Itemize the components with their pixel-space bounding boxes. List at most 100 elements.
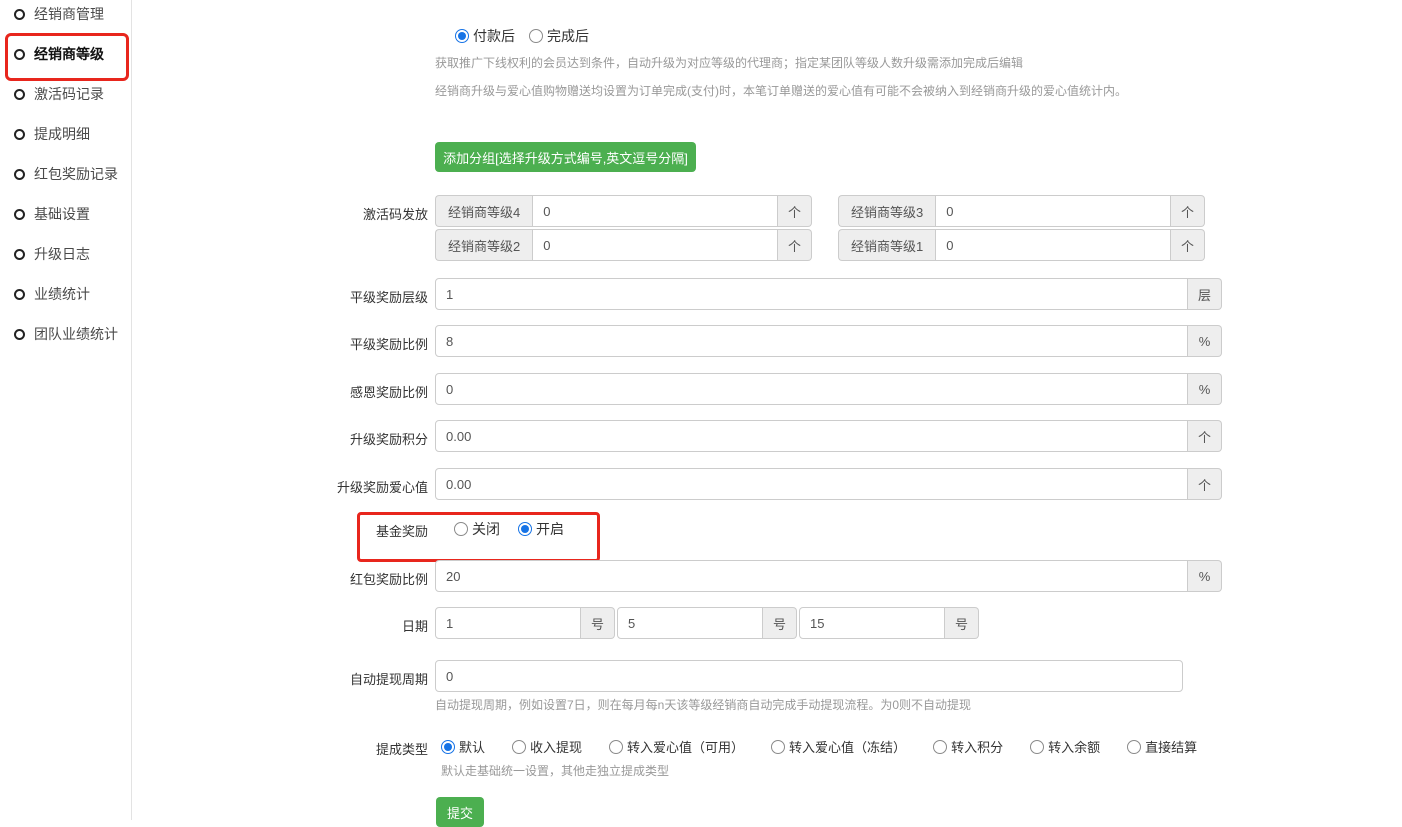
gratitude-reward-ratio-row: 感恩奖励比例 %	[132, 373, 1222, 405]
circle-bullet-icon	[14, 49, 25, 60]
redpacket-reward-ratio-row: 红包奖励比例 %	[132, 560, 1222, 592]
input-prefix: 经销商等级2	[435, 229, 532, 261]
upgrade-reward-points-input[interactable]	[435, 420, 1188, 452]
input-suffix-unit: 个	[1171, 195, 1205, 227]
radio-option-income-withdraw[interactable]: 收入提现	[512, 737, 582, 756]
input-suffix-unit: %	[1188, 560, 1222, 592]
radio-option-after-payment[interactable]: 付款后	[455, 26, 515, 46]
radio-icon[interactable]	[529, 29, 543, 43]
input-prefix: 经销商等级4	[435, 195, 532, 227]
add-group-button[interactable]: 添加分组[选择升级方式编号,英文逗号分隔]	[435, 142, 696, 172]
radio-icon[interactable]	[1030, 740, 1044, 754]
radio-option-direct-settlement[interactable]: 直接结算	[1127, 737, 1197, 756]
radio-option-to-points[interactable]: 转入积分	[933, 737, 1003, 756]
circle-bullet-icon	[14, 9, 25, 20]
sidebar-item-upgrade-log[interactable]: 升级日志	[0, 246, 131, 262]
radio-icon[interactable]	[441, 740, 455, 754]
radio-icon[interactable]	[518, 522, 532, 536]
sidebar-item-basic-settings[interactable]: 基础设置	[0, 206, 131, 222]
submit-button[interactable]: 提交	[436, 797, 484, 827]
sidebar-item-label: 团队业绩统计	[34, 324, 118, 344]
field-label: 平级奖励比例	[132, 325, 435, 353]
redpacket-reward-ratio-input[interactable]	[435, 560, 1188, 592]
radio-icon[interactable]	[455, 29, 469, 43]
field-label: 感恩奖励比例	[132, 373, 435, 401]
radio-icon[interactable]	[609, 740, 623, 754]
commission-type-row: 提成类型 默认 收入提现 转入爱心值（可用） 转入爱心值（冻结） 转入积分	[132, 737, 1197, 779]
circle-bullet-icon	[14, 169, 25, 180]
add-group-row: 添加分组[选择升级方式编号,英文逗号分隔]	[132, 142, 696, 172]
radio-icon[interactable]	[771, 740, 785, 754]
radio-label: 付款后	[473, 26, 515, 46]
sidebar-item-team-performance-stats[interactable]: 团队业绩统计	[0, 326, 131, 342]
sidebar-item-label: 提成明细	[34, 124, 90, 144]
activation-level4-group: 经销商等级4 个	[435, 195, 812, 227]
sidebar-item-label: 经销商管理	[34, 4, 104, 24]
input-suffix-unit: 号	[763, 607, 797, 639]
sidebar-item-redpacket-reward-records[interactable]: 红包奖励记录	[0, 166, 131, 182]
sidebar-item-commission-details[interactable]: 提成明细	[0, 126, 131, 142]
sidebar-item-performance-stats[interactable]: 业绩统计	[0, 286, 131, 302]
sidebar-item-activation-code-records[interactable]: 激活码记录	[0, 86, 131, 102]
input-suffix-unit: 号	[945, 607, 979, 639]
help-text: 获取推广下线权利的会员达到条件，自动升级为对应等级的代理商；指定某团队等级人数升…	[435, 54, 1023, 71]
radio-label: 收入提现	[530, 737, 582, 756]
same-level-reward-ratio-input[interactable]	[435, 325, 1188, 357]
radio-option-fund-off[interactable]: 关闭	[454, 519, 500, 539]
gratitude-reward-ratio-input[interactable]	[435, 373, 1188, 405]
submit-row: 提交	[132, 797, 484, 827]
sidebar-item-label: 业绩统计	[34, 284, 90, 304]
upgrade-reward-love-value-input[interactable]	[435, 468, 1188, 500]
radio-label: 转入余额	[1048, 737, 1100, 756]
help-text-upgrade-condition: 获取推广下线权利的会员达到条件，自动升级为对应等级的代理商；指定某团队等级人数升…	[132, 54, 1023, 71]
sidebar-item-dealer-level[interactable]: 经销商等级	[0, 46, 131, 62]
help-text: 经销商升级与爱心值购物赠送均设置为订单完成(支付)时，本笔订单赠送的爱心值有可能…	[435, 82, 1127, 99]
same-level-reward-layers-input[interactable]	[435, 278, 1188, 310]
radio-option-love-value-available[interactable]: 转入爱心值（可用）	[609, 737, 744, 756]
field-label: 升级奖励爱心值	[132, 468, 435, 496]
sidebar-item-label: 红包奖励记录	[34, 164, 118, 184]
activation-level1-input[interactable]	[935, 229, 1171, 261]
radio-option-fund-on[interactable]: 开启	[518, 519, 564, 539]
field-label: 日期	[132, 607, 435, 635]
radio-label: 直接结算	[1145, 737, 1197, 756]
radio-icon[interactable]	[454, 522, 468, 536]
activation-level4-input[interactable]	[532, 195, 778, 227]
radio-icon[interactable]	[512, 740, 526, 754]
input-suffix-unit: 个	[778, 195, 812, 227]
radio-option-love-value-frozen[interactable]: 转入爱心值（冻结）	[771, 737, 906, 756]
input-prefix: 经销商等级3	[838, 195, 935, 227]
upgrade-reward-points-row: 升级奖励积分 个	[132, 420, 1222, 452]
sidebar-item-label: 经销商等级	[34, 44, 104, 64]
fund-reward-row: 基金奖励 关闭 开启	[132, 519, 564, 540]
auto-withdraw-input[interactable]	[435, 660, 1183, 692]
activation-level2-group: 经销商等级2 个	[435, 229, 812, 261]
activation-level3-input[interactable]	[935, 195, 1171, 227]
radio-label: 完成后	[547, 26, 589, 46]
sidebar: 经销商管理 经销商等级 激活码记录 提成明细 红包奖励记录 基础设置 升级日志 …	[0, 0, 132, 820]
input-prefix: 经销商等级1	[838, 229, 935, 261]
sidebar-item-dealer-management[interactable]: 经销商管理	[0, 6, 131, 22]
radio-option-to-balance[interactable]: 转入余额	[1030, 737, 1100, 756]
field-label: 激活码发放	[132, 195, 435, 223]
radio-icon[interactable]	[1127, 740, 1141, 754]
date-input-1[interactable]	[435, 607, 581, 639]
radio-option-default[interactable]: 默认	[441, 737, 485, 756]
sidebar-item-label: 升级日志	[34, 244, 90, 264]
circle-bullet-icon	[14, 249, 25, 260]
circle-bullet-icon	[14, 89, 25, 100]
radio-label: 默认	[459, 737, 485, 756]
radio-icon[interactable]	[933, 740, 947, 754]
date-row: 日期 号 号 号	[132, 607, 979, 639]
input-suffix-unit: 层	[1188, 278, 1222, 310]
upgrade-reward-love-value-row: 升级奖励爱心值 个	[132, 468, 1222, 500]
field-label: 升级奖励积分	[132, 420, 435, 448]
radio-option-after-completion[interactable]: 完成后	[529, 26, 589, 46]
date-input-3[interactable]	[799, 607, 945, 639]
same-level-reward-ratio-row: 平级奖励比例 %	[132, 325, 1222, 357]
help-text: 自动提现周期，例如设置7日，则在每月每n天该等级经销商自动完成手动提现流程。为0…	[435, 696, 1183, 713]
activation-level2-input[interactable]	[532, 229, 778, 261]
circle-bullet-icon	[14, 329, 25, 340]
field-label: 提成类型	[132, 737, 435, 758]
date-input-2[interactable]	[617, 607, 763, 639]
